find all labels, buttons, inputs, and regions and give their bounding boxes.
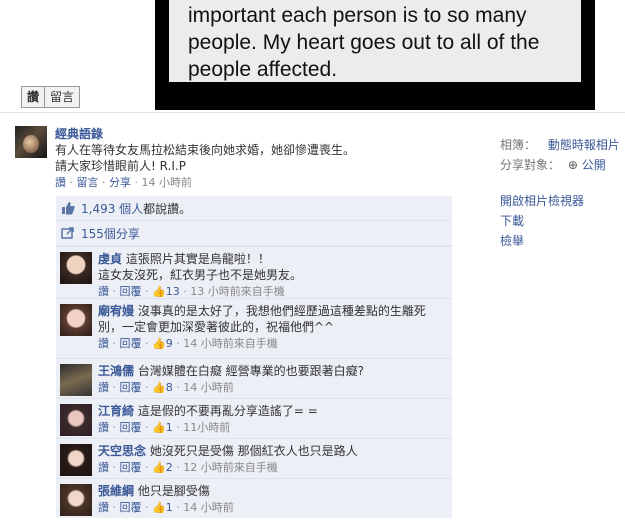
- comment-reply-link[interactable]: 回覆: [120, 421, 142, 434]
- comment: 虔貞 這張照片其實是烏龍啦！！ 這女友沒死，紅衣男子也不是她男友。 讚 · 回覆…: [56, 246, 452, 298]
- comment-reply-link[interactable]: 回覆: [120, 461, 142, 474]
- comment-like-link[interactable]: 讚: [98, 285, 109, 298]
- comment-time[interactable]: 14 小時前: [183, 501, 234, 514]
- comment-text: 沒事真的是太好了，我想他們經歷過這種差點的生離死別，一定會更加深愛著彼此的，祝福…: [98, 304, 426, 334]
- comment-like-count[interactable]: 👍9: [152, 337, 173, 350]
- comment-like-link[interactable]: 讚: [98, 337, 109, 350]
- author-avatar[interactable]: [15, 126, 47, 158]
- commenter-avatar[interactable]: [60, 252, 92, 284]
- photo-text-line: people. My heart goes out to all of the: [188, 31, 540, 54]
- comment-like-link[interactable]: 讚: [98, 501, 109, 514]
- divider: [0, 112, 625, 113]
- photo[interactable]: important each person is to so many peop…: [155, 0, 595, 110]
- album-link[interactable]: 動態時報相片: [548, 138, 620, 152]
- post-text-line: 有人在等待女友馬拉松結束後向她求婚，她卻慘遭喪生。: [55, 143, 356, 157]
- comment-reply-link[interactable]: 回覆: [120, 381, 142, 394]
- likes-suffix: 都說讚。: [143, 201, 192, 216]
- comment-text: 他只是腳受傷: [137, 484, 210, 498]
- audience-row: 分享對象： ⊕ 公開: [500, 155, 625, 175]
- comment-time[interactable]: 14 小時前: [183, 381, 234, 394]
- comment-reply-link[interactable]: 回覆: [120, 501, 142, 514]
- commenter-avatar[interactable]: [60, 364, 92, 396]
- commenter-avatar[interactable]: [60, 484, 92, 516]
- commenter-name[interactable]: 江育綺: [98, 404, 134, 418]
- album-row: 相簿： 動態時報相片: [500, 135, 625, 155]
- photo-actions: 讚 留言: [21, 86, 81, 108]
- photo-sidebar: 相簿： 動態時報相片 分享對象： ⊕ 公開 開啟相片檢視器 下載 檢舉: [500, 135, 625, 251]
- comment-time[interactable]: 11小時前: [183, 421, 230, 434]
- commenter-avatar[interactable]: [60, 404, 92, 436]
- album-label: 相簿：: [500, 138, 537, 152]
- comment-text: 這是假的不要再亂分享造謠了= =: [137, 404, 318, 418]
- post-share-link[interactable]: 分享: [109, 176, 131, 189]
- feedback-panel: 1,493 個人 都說讚。 155個分享 虔貞 這張照片其實是烏龍啦！！ 這女友沒…: [56, 196, 452, 518]
- comment-text: 她沒死只是受傷 那個紅衣人也只是路人: [149, 444, 358, 458]
- post: 經典語錄 有人在等待女友馬拉松結束後向她求婚，她卻慘遭喪生。 請大家珍惜眼前人!…: [55, 126, 475, 191]
- comment-actions: 讚 · 回覆 · 👍2 · 12 小時前來自手機: [98, 461, 278, 474]
- comment-time[interactable]: 13 小時前來自手機: [190, 285, 285, 298]
- comment-like-count[interactable]: 👍1: [152, 501, 173, 514]
- open-photo-viewer-link[interactable]: 開啟相片檢視器: [500, 191, 625, 211]
- thumbs-up-icon: [61, 201, 75, 215]
- comment-like-count[interactable]: 👍1: [152, 421, 173, 434]
- post-like-link[interactable]: 讚: [55, 176, 66, 189]
- sidebar-links: 開啟相片檢視器 下載 檢舉: [500, 191, 625, 251]
- photo-comment-button[interactable]: 留言: [45, 86, 81, 108]
- commenter-avatar[interactable]: [60, 304, 92, 336]
- comment-like-count[interactable]: 👍8: [152, 381, 173, 394]
- report-link[interactable]: 檢舉: [500, 231, 625, 251]
- comment: 天空思念 她沒死只是受傷 那個紅衣人也只是路人 讚 · 回覆 · 👍2 · 12…: [56, 438, 452, 478]
- comment-like-count[interactable]: 👍2: [152, 461, 173, 474]
- audience-label: 分享對象：: [500, 158, 561, 172]
- photo-text-line: people affected.: [188, 58, 338, 81]
- post-actions: 讚 · 留言 · 分享 · 14 小時前: [55, 176, 193, 189]
- comment: 王鴻儒 台灣媒體在白癡 經營專業的也要跟著白癡? 讚 · 回覆 · 👍8 · 1…: [56, 358, 452, 398]
- likes-row: 1,493 個人 都說讚。: [56, 196, 452, 221]
- commenter-name[interactable]: 張維綱: [98, 484, 134, 498]
- commenter-avatar[interactable]: [60, 444, 92, 476]
- comment-like-link[interactable]: 讚: [98, 461, 109, 474]
- comment-like-link[interactable]: 讚: [98, 381, 109, 394]
- post-text-line: 請大家珍惜眼前人! R.I.P: [55, 159, 186, 173]
- shares-row: 155個分享: [56, 221, 452, 246]
- comment-like-link[interactable]: 讚: [98, 421, 109, 434]
- author-name[interactable]: 經典語錄: [55, 126, 475, 142]
- post-timestamp[interactable]: 14 小時前: [142, 176, 193, 189]
- comment: 廟宥嫚 沒事真的是太好了，我想他們經歷過這種差點的生離死別，一定會更加深愛著彼此…: [56, 298, 452, 358]
- comment-time[interactable]: 12 小時前來自手機: [183, 461, 278, 474]
- photo-text-line: important each person is to so many: [188, 4, 527, 27]
- comment-text: 這張照片其實是烏龍啦！！ 這女友沒死，紅衣男子也不是她男友。: [98, 252, 303, 282]
- comment: 江育綺 這是假的不要再亂分享造謠了= = 讚 · 回覆 · 👍1 · 11小時前: [56, 398, 452, 438]
- globe-icon: ⊕: [567, 158, 578, 172]
- comment-text: 台灣媒體在白癡 經營專業的也要跟著白癡?: [137, 364, 365, 378]
- photo-like-button[interactable]: 讚: [21, 86, 46, 108]
- comment-reply-link[interactable]: 回覆: [120, 337, 142, 350]
- audience-value[interactable]: 公開: [582, 158, 606, 172]
- comment-actions: 讚 · 回覆 · 👍1 · 14 小時前: [98, 501, 234, 514]
- share-icon: [61, 226, 75, 240]
- comment: 張維綱 他只是腳受傷 讚 · 回覆 · 👍1 · 14 小時前: [56, 478, 452, 518]
- comment-actions: 讚 · 回覆 · 👍1 · 11小時前: [98, 421, 231, 434]
- likes-count-link[interactable]: 1,493 個人: [81, 200, 143, 217]
- shares-link[interactable]: 155個分享: [81, 225, 140, 242]
- download-link[interactable]: 下載: [500, 211, 625, 231]
- comment-reply-link[interactable]: 回覆: [120, 285, 142, 298]
- commenter-name[interactable]: 虔貞: [98, 252, 122, 266]
- comment-like-count[interactable]: 👍13: [152, 285, 180, 298]
- commenter-name[interactable]: 廟宥嫚: [98, 304, 134, 318]
- comment-actions: 讚 · 回覆 · 👍8 · 14 小時前: [98, 381, 234, 394]
- comment-time[interactable]: 14 小時前來自手機: [183, 337, 278, 350]
- post-comment-link[interactable]: 留言: [77, 176, 99, 189]
- photo-area: important each person is to so many peop…: [0, 0, 625, 110]
- photo-text-card: important each person is to so many peop…: [169, 0, 581, 82]
- commenter-name[interactable]: 天空思念: [98, 444, 146, 458]
- commenter-name[interactable]: 王鴻儒: [98, 364, 134, 378]
- comment-actions: 讚 · 回覆 · 👍9 · 14 小時前來自手機: [98, 337, 278, 350]
